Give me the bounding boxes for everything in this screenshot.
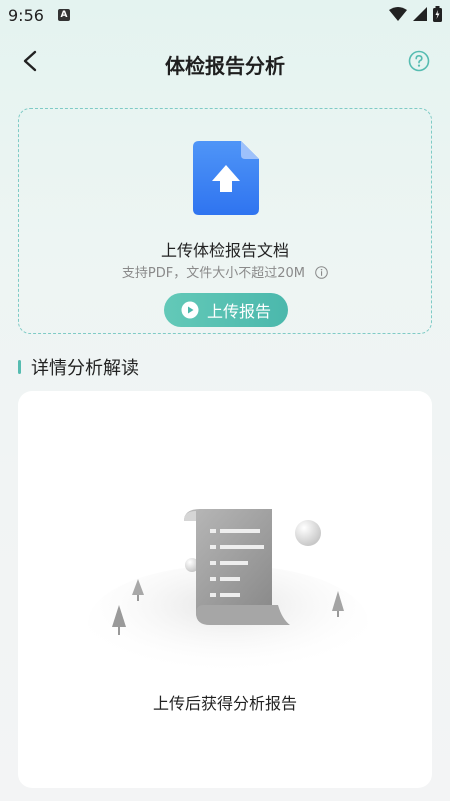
status-icons (389, 6, 442, 22)
status-time: 9:56 (8, 6, 44, 25)
file-upload-icon (193, 141, 259, 215)
help-icon (408, 50, 430, 72)
info-icon[interactable] (315, 266, 328, 279)
signal-icon (413, 7, 427, 21)
section-title: 详情分析解读 (31, 358, 139, 379)
status-bar: 9:56 A (0, 0, 450, 32)
upload-report-button[interactable]: 上传报告 (164, 293, 288, 327)
analysis-result-card: 上传后获得分析报告 (18, 391, 432, 788)
upload-subtitle-text: 支持PDF，文件大小不超过20M (121, 266, 305, 281)
notification-icon: A (58, 9, 70, 21)
upload-report-button-label: 上传报告 (206, 302, 271, 321)
section-accent-bar (18, 360, 21, 374)
upload-area[interactable]: 上传体检报告文档 支持PDF，文件大小不超过20M 上传报告 (18, 108, 432, 334)
play-icon (181, 301, 199, 319)
upload-subtitle: 支持PDF，文件大小不超过20M (19, 262, 431, 281)
section-heading: 详情分析解读 (18, 355, 139, 379)
empty-report-illustration (88, 509, 368, 681)
empty-result-text: 上传后获得分析报告 (152, 694, 297, 713)
help-button[interactable] (408, 50, 430, 72)
upload-title: 上传体检报告文档 (160, 241, 289, 260)
page-title: 体检报告分析 (165, 54, 285, 78)
battery-icon (433, 6, 442, 22)
app-header: 体检报告分析 (0, 36, 450, 86)
wifi-icon (389, 7, 407, 21)
